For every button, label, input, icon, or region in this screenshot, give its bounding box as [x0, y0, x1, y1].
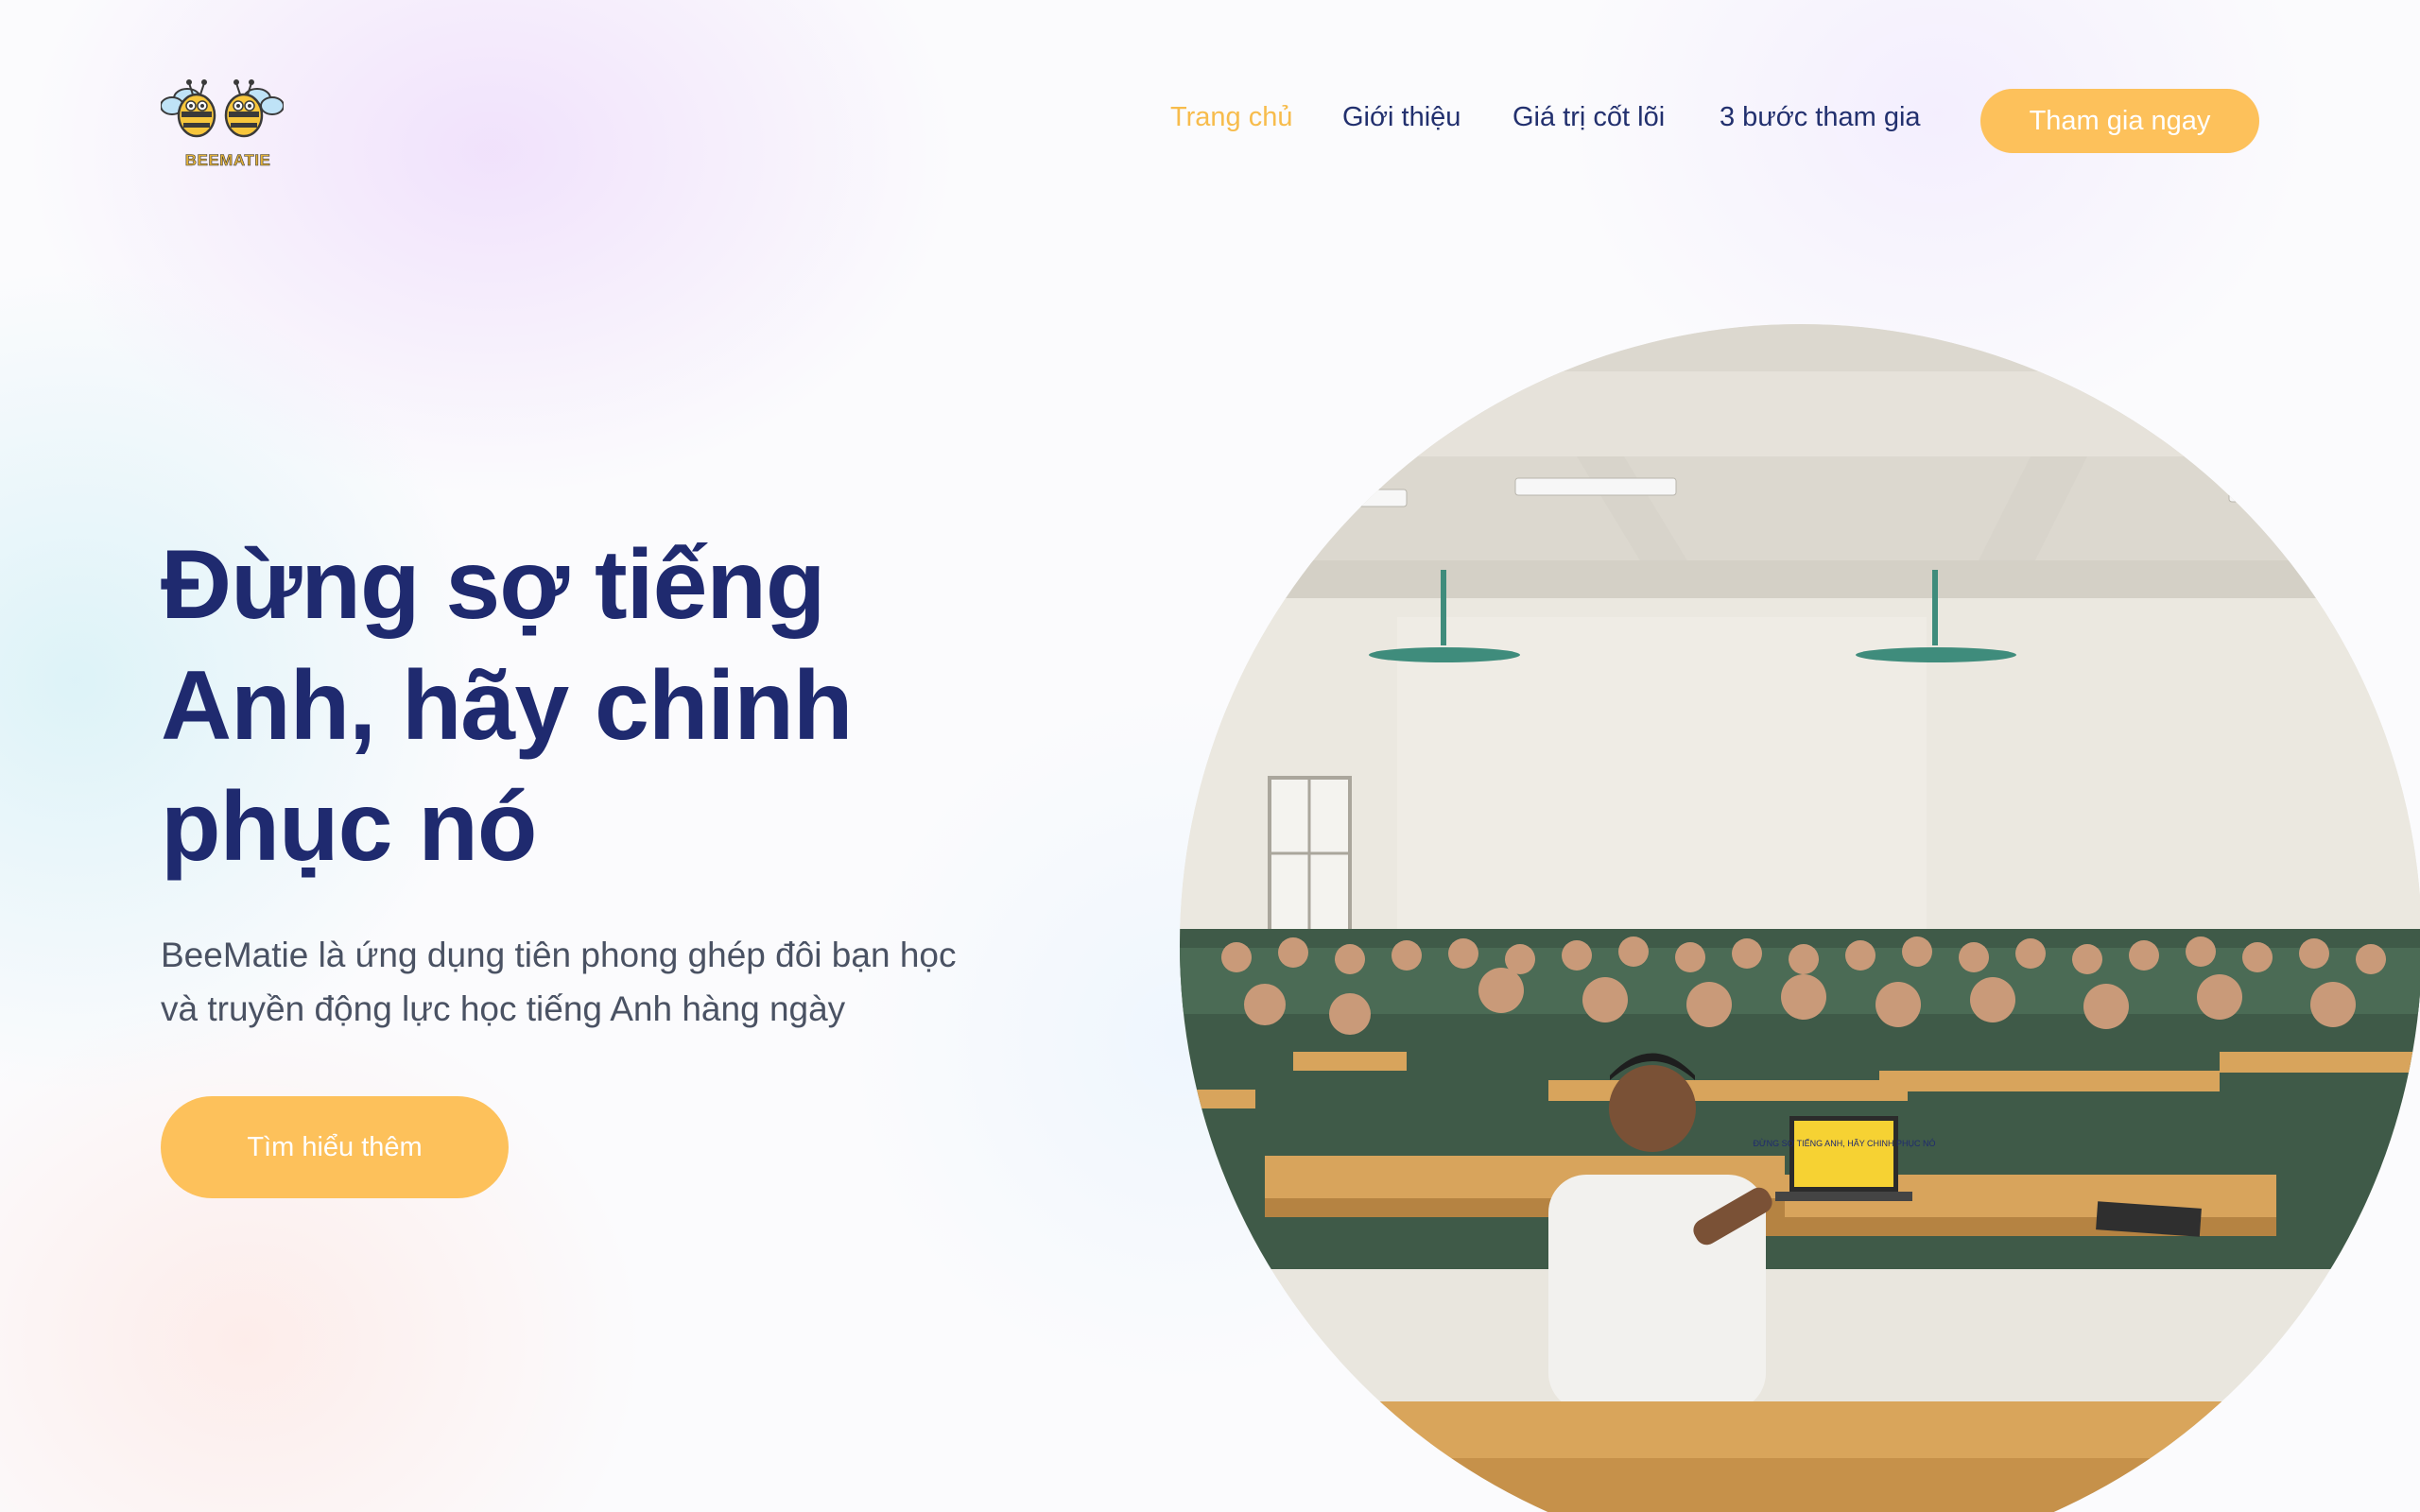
logo-text: BEEMATIE [184, 151, 271, 170]
nav-item-core-values[interactable]: Giá trị cốt lõi [1512, 102, 1665, 133]
hero-subtitle-line: và truyền động lực học tiếng Anh hàng ng… [161, 989, 846, 1028]
hero-subtitle: BeeMatie là ứng dụng tiên phong ghép đôi… [161, 928, 1011, 1036]
join-now-button[interactable]: Tham gia ngay [1980, 89, 2259, 153]
nav-item-home[interactable]: Trang chủ [1170, 102, 1293, 133]
learn-more-button[interactable]: Tìm hiểu thêm [161, 1096, 509, 1198]
hero-title: Đừng sợ tiếng Anh, hãy chinh phục nó [161, 524, 1011, 887]
hero-title-line: phục nó [161, 772, 537, 882]
classroom-photo: ĐỪNG SỢ TIẾNG ANH, HÃY CHINH PHỤC NÓ [1180, 324, 2420, 1512]
hero-subtitle-line: BeeMatie là ứng dụng tiên phong ghép đôi… [161, 936, 957, 974]
hero-title-line: Đừng sợ tiếng [161, 530, 825, 640]
nav-item-three-steps[interactable]: 3 bước tham gia [1720, 102, 1921, 133]
classroom-illustration: ĐỪNG SỢ TIẾNG ANH, HÃY CHINH PHỤC NÓ [1180, 324, 2420, 1512]
hero-title-line: Anh, hãy chinh [161, 651, 853, 761]
landing-page: BEEMATIE Trang chủ Giới thiệu Giá trị cố… [0, 0, 2420, 1512]
laptop-screen-text: ĐỪNG SỢ TIẾNG ANH, HÃY CHINH PHỤC NÓ [1753, 1139, 1935, 1148]
nav-item-about[interactable]: Giới thiệu [1342, 102, 1461, 133]
